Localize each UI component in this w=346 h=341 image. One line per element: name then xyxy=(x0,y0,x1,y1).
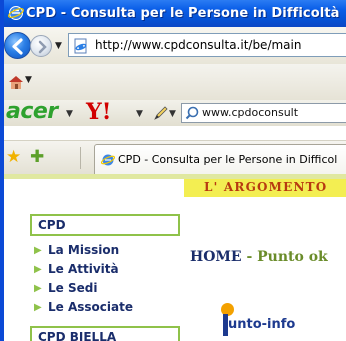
yahoo-dropdown-icon[interactable]: ▼ xyxy=(136,109,143,119)
command-toolbar: ▼ xyxy=(4,64,346,100)
yahoo-logo[interactable]: Y! xyxy=(86,100,111,124)
page-icon xyxy=(74,38,87,54)
sidebar-item-le-associate[interactable]: ▶ Le Associate xyxy=(34,298,133,317)
sidebar-item-la-mission[interactable]: ▶ La Mission xyxy=(34,241,133,260)
back-button[interactable] xyxy=(4,32,31,59)
punto-info-logo[interactable]: unto-info xyxy=(214,299,295,341)
logo-text: unto-info xyxy=(228,317,296,332)
pencil-icon[interactable] xyxy=(153,105,169,121)
tab-label: CPD - Consulta per le Persone in Diffico… xyxy=(118,153,338,166)
add-favorite-icon[interactable]: ✚ xyxy=(30,149,44,166)
browser-window: CPD - Consulta per le Persone in Diffico… xyxy=(0,0,346,341)
back-arrow-icon xyxy=(12,38,23,55)
pencil-dropdown-icon[interactable]: ▼ xyxy=(169,109,176,119)
window-title: CPD - Consulta per le Persone in Diffico… xyxy=(26,6,340,21)
sidebar-heading-cpd: CPD xyxy=(30,214,180,236)
banner: L' ARGOMENTO xyxy=(184,179,346,197)
history-dropdown-icon[interactable]: ▼ xyxy=(55,41,62,51)
page-content: L' ARGOMENTO CPD ▶ La Mission ▶ Le Attiv… xyxy=(4,174,346,341)
forward-button[interactable] xyxy=(30,35,52,57)
sidebar-item-label: Le Sedi xyxy=(48,281,98,295)
headline-home-link[interactable]: HOME xyxy=(190,249,242,265)
menu-arrow-icon: ▶ xyxy=(34,264,42,275)
sidebar-item-le-sedi[interactable]: ▶ Le Sedi xyxy=(34,279,133,298)
favorites-star-icon[interactable]: ★ xyxy=(6,149,21,166)
title-bar: CPD - Consulta per le Persone in Diffico… xyxy=(4,0,346,27)
sidebar-heading-text: CPD BIELLA xyxy=(38,330,117,341)
search-text: www.cpdoconsult xyxy=(202,106,299,119)
acer-toolbar: acer ▼ Y! ▼ ▼ www.cpdoconsult xyxy=(4,100,346,126)
tab-bar: ★ ✚ CPD - Consulta per le Persone in Dif… xyxy=(4,140,346,175)
headline-separator: - xyxy=(241,249,258,265)
acer-logo[interactable]: acer xyxy=(6,100,58,124)
tab-separator xyxy=(80,147,81,169)
menu-arrow-icon: ▶ xyxy=(34,302,42,313)
sidebar-heading-cpd-biella: CPD BIELLA xyxy=(30,326,180,341)
sidebar-item-label: Le Associate xyxy=(48,300,133,314)
sidebar-heading-text: CPD xyxy=(38,218,66,232)
tab-active[interactable]: CPD - Consulta per le Persone in Diffico… xyxy=(94,144,346,175)
sidebar-item-label: La Mission xyxy=(48,243,120,257)
tab-page-icon xyxy=(101,154,115,166)
menu-arrow-icon: ▶ xyxy=(34,283,42,294)
search-icon xyxy=(185,106,199,120)
navigation-bar: ▼ http://www.cpdconsulta.it/be/main xyxy=(4,27,346,64)
address-bar[interactable]: http://www.cpdconsulta.it/be/main xyxy=(68,33,346,57)
banner-text: L' ARGOMENTO xyxy=(204,180,328,194)
forward-arrow-icon xyxy=(38,40,47,54)
headline-title: Punto ok xyxy=(257,249,328,265)
page-headline: HOME - Punto ok xyxy=(190,249,328,265)
menu-arrow-icon: ▶ xyxy=(34,245,42,256)
internet-explorer-icon xyxy=(8,6,24,20)
sidebar-menu: ▶ La Mission ▶ Le Attività ▶ Le Sedi ▶ L… xyxy=(34,241,133,317)
toolbar-search-input[interactable]: www.cpdoconsult xyxy=(181,103,346,123)
acer-dropdown-icon[interactable]: ▼ xyxy=(66,109,73,119)
sidebar-item-le-attivita[interactable]: ▶ Le Attività xyxy=(34,260,133,279)
home-dropdown-icon[interactable]: ▼ xyxy=(25,75,32,85)
home-icon[interactable] xyxy=(8,75,24,89)
sidebar-item-label: Le Attività xyxy=(48,262,119,276)
url-text: http://www.cpdconsulta.it/be/main xyxy=(95,38,302,52)
